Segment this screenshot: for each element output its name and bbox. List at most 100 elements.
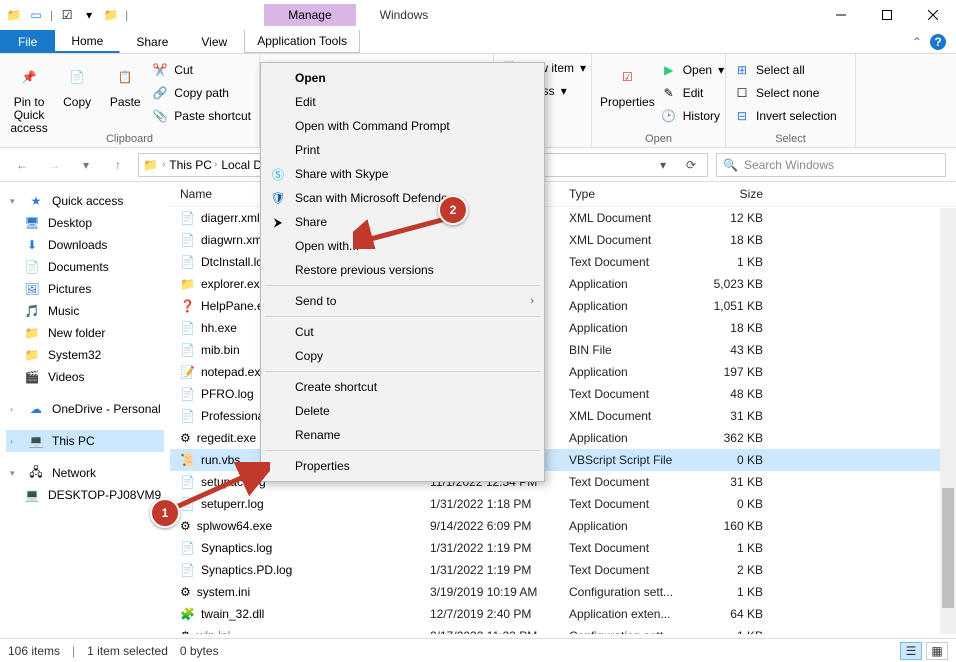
refresh-button[interactable]: ⟳ <box>679 153 703 177</box>
paste-shortcut-button[interactable]: 📎Paste shortcut <box>152 106 251 126</box>
ctx-command-prompt[interactable]: Open with Command Prompt <box>263 114 542 138</box>
file-name: diagwrn.xml <box>201 233 265 247</box>
file-row[interactable]: 📄Synaptics.PD.log1/31/2022 1:19 PMText D… <box>170 559 956 581</box>
file-row[interactable]: 🧩twain_32.dll12/7/2019 2:40 PMApplicatio… <box>170 603 956 625</box>
ctx-share[interactable]: ⮞Share <box>263 210 542 234</box>
recent-locations-button[interactable]: ▾ <box>74 153 98 177</box>
file-type: Application <box>569 519 697 533</box>
minimize-button[interactable] <box>818 0 864 30</box>
file-icon: 📄 <box>180 409 195 423</box>
navigation-pane[interactable]: ▾★Quick access 🖥Desktop ⬇Downloads 📄Docu… <box>0 182 170 634</box>
file-size: 31 KB <box>697 475 777 489</box>
ctx-send-to[interactable]: Send to› <box>263 289 542 313</box>
ctx-defender[interactable]: 🛡Scan with Microsoft Defender... <box>263 186 542 210</box>
ctx-delete[interactable]: Delete <box>263 399 542 423</box>
file-row[interactable]: 📄setuperr.log1/31/2022 1:18 PMText Docum… <box>170 493 956 515</box>
nav-host[interactable]: 💻DESKTOP-PJ08VM9 <box>6 484 164 506</box>
ctx-rename[interactable]: Rename <box>263 423 542 447</box>
close-button[interactable] <box>910 0 956 30</box>
open-button[interactable]: ▶Open ▾ <box>661 60 724 80</box>
up-button[interactable]: ↑ <box>106 153 130 177</box>
qat-dropdown[interactable]: ▾ <box>81 7 97 23</box>
file-size: 160 KB <box>697 519 777 533</box>
nav-downloads[interactable]: ⬇Downloads <box>6 234 164 256</box>
view-details-button[interactable]: ☰ <box>900 642 922 660</box>
qat-checkbox[interactable]: ☑ <box>59 7 75 23</box>
view-icons-button[interactable]: ▦ <box>926 642 948 660</box>
invert-selection-button[interactable]: ⊟Invert selection <box>734 106 837 126</box>
nav-network[interactable]: ▾🖧Network <box>6 462 164 484</box>
history-button[interactable]: 🕑History <box>661 106 724 126</box>
select-all-button[interactable]: ⊞Select all <box>734 60 837 80</box>
ctx-open[interactable]: Open <box>263 66 542 90</box>
file-row[interactable]: ⚙system.ini3/19/2019 10:19 AMConfigurati… <box>170 581 956 603</box>
nav-new-folder[interactable]: 📁New folder <box>6 322 164 344</box>
file-type: XML Document <box>569 233 697 247</box>
file-type: Application <box>569 299 697 313</box>
nav-quick-access[interactable]: ▾★Quick access <box>6 190 164 212</box>
file-size: 1 KB <box>697 629 777 634</box>
file-type: Configuration sett... <box>569 629 697 634</box>
search-box[interactable]: 🔍 Search Windows <box>716 153 946 177</box>
share-tab[interactable]: Share <box>120 30 185 53</box>
file-row[interactable]: 📄Synaptics.log1/31/2022 1:19 PMText Docu… <box>170 537 956 559</box>
copy-button[interactable]: 📄 Copy <box>56 58 98 109</box>
ribbon-group-label: Clipboard <box>0 133 259 145</box>
file-name: mib.bin <box>201 343 240 357</box>
ctx-skype[interactable]: ⓈShare with Skype <box>263 162 542 186</box>
ctx-edit[interactable]: Edit <box>263 90 542 114</box>
ctx-open-with[interactable]: Open with... <box>263 234 542 258</box>
paste-button[interactable]: 📋 Paste <box>104 58 146 109</box>
ctx-restore-versions[interactable]: Restore previous versions <box>263 258 542 282</box>
ctx-create-shortcut[interactable]: Create shortcut <box>263 375 542 399</box>
nav-system32[interactable]: 📁System32 <box>6 344 164 366</box>
column-type[interactable]: Type <box>569 187 697 201</box>
minimize-ribbon-chevron[interactable]: ⌃ <box>912 35 922 49</box>
nav-desktop[interactable]: 🖥Desktop <box>6 212 164 234</box>
view-tab[interactable]: View <box>185 30 244 53</box>
ctx-cut[interactable]: Cut <box>263 320 542 344</box>
breadcrumb[interactable]: This PC › <box>169 158 217 172</box>
scroll-thumb[interactable] <box>942 488 954 608</box>
nav-music[interactable]: 🎵Music <box>6 300 164 322</box>
file-icon: ⚙ <box>180 585 191 599</box>
ctx-copy[interactable]: Copy <box>263 344 542 368</box>
edit-button[interactable]: ✎Edit <box>661 83 724 103</box>
file-size: 18 KB <box>697 233 777 247</box>
properties-button[interactable]: ☑ Properties <box>600 58 655 109</box>
file-size: 2 KB <box>697 563 777 577</box>
maximize-button[interactable] <box>864 0 910 30</box>
file-tab[interactable]: File <box>0 30 55 53</box>
file-icon: ❓ <box>180 299 195 313</box>
copy-path-button[interactable]: 🔗Copy path <box>152 83 251 103</box>
address-dropdown[interactable]: ▾ <box>651 153 675 177</box>
file-icon: 📄 <box>180 233 195 247</box>
nav-onedrive[interactable]: ›☁OneDrive - Personal <box>6 398 164 420</box>
cut-button[interactable]: ✂️Cut <box>152 60 251 80</box>
forward-button[interactable]: → <box>42 153 66 177</box>
file-icon: 📄 <box>180 255 195 269</box>
file-size: 1,051 KB <box>697 299 777 313</box>
file-row[interactable]: ⚙splwow64.exe9/14/2022 6:09 PMApplicatio… <box>170 515 956 537</box>
column-size[interactable]: Size <box>697 187 777 201</box>
nav-videos[interactable]: 🎬Videos <box>6 366 164 388</box>
file-icon: 📄 <box>180 343 195 357</box>
application-tools-tab[interactable]: Application Tools <box>244 30 360 53</box>
nav-documents[interactable]: 📄Documents <box>6 256 164 278</box>
ctx-properties[interactable]: Properties <box>263 454 542 478</box>
help-icon[interactable]: ? <box>930 34 946 50</box>
file-type: Text Document <box>569 541 697 555</box>
select-none-button[interactable]: ☐Select none <box>734 83 837 103</box>
qat-item[interactable]: ▭ <box>28 7 44 23</box>
pin-quick-access-button[interactable]: 📌 Pin to Quick access <box>8 58 50 136</box>
qat-separator: | <box>125 8 128 22</box>
status-items: 106 items <box>8 644 60 658</box>
file-row[interactable]: ⚙win.ini2/17/2022 11:22 PMConfiguration … <box>170 625 956 634</box>
scrollbar[interactable] <box>940 208 956 634</box>
context-tab-manage[interactable]: Manage <box>264 4 355 26</box>
back-button[interactable]: ← <box>10 153 34 177</box>
nav-pictures[interactable]: 🖼Pictures <box>6 278 164 300</box>
ctx-print[interactable]: Print <box>263 138 542 162</box>
nav-this-pc[interactable]: ›💻This PC <box>6 430 164 452</box>
home-tab[interactable]: Home <box>55 30 120 53</box>
